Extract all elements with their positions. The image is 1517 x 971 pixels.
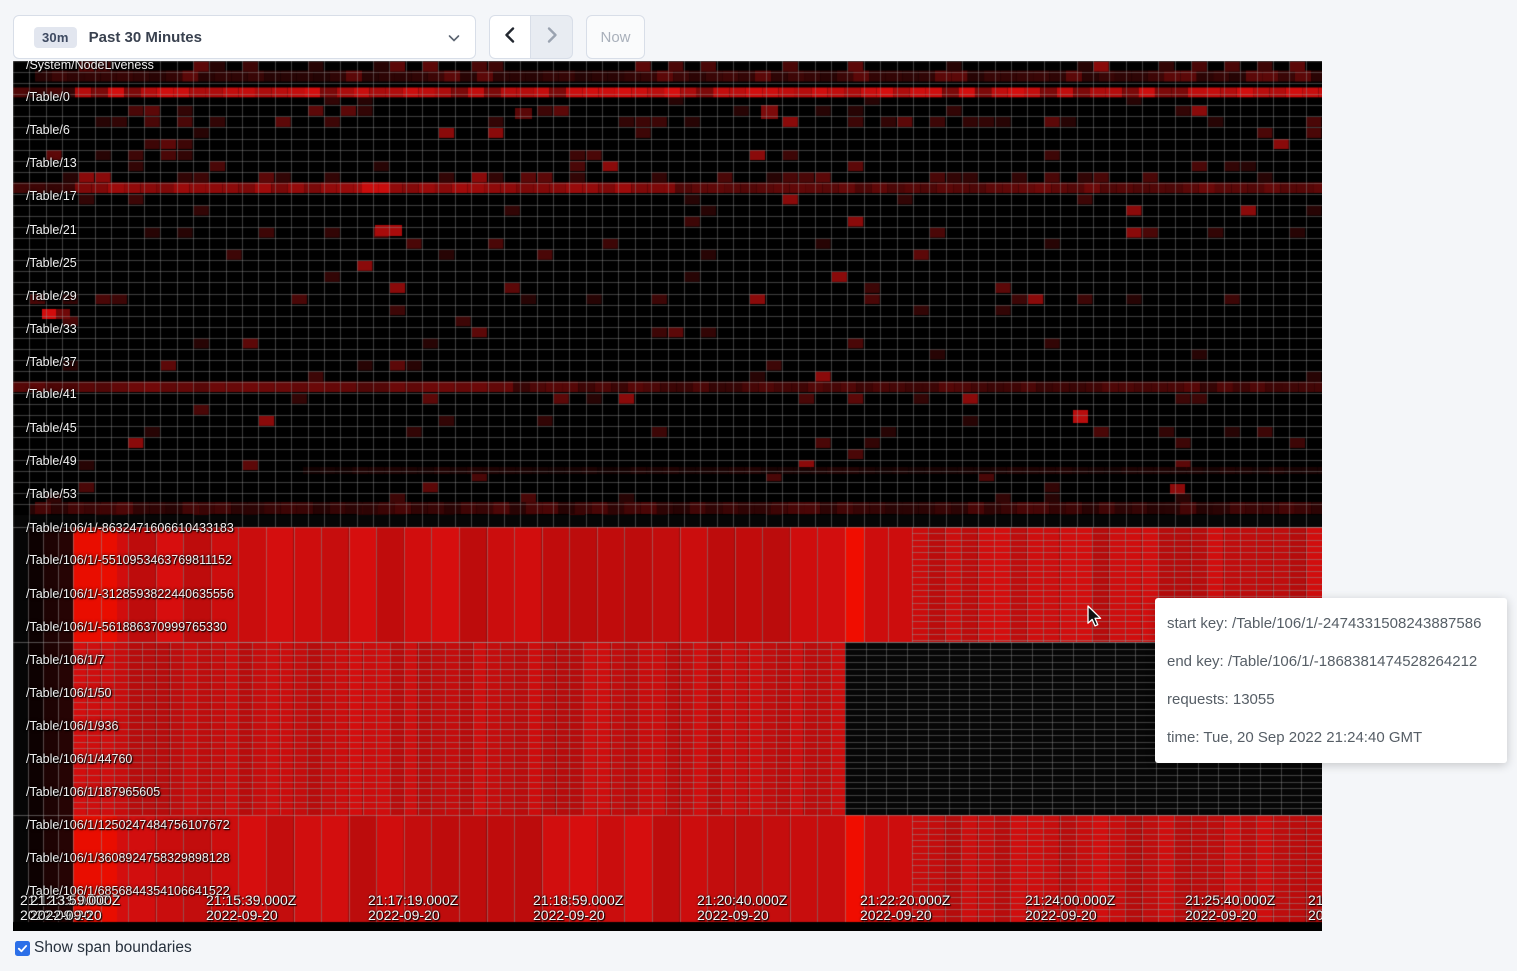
tooltip-requests: requests: 13055	[1167, 691, 1495, 708]
chevron-right-icon	[544, 26, 560, 49]
checkmark-icon	[17, 943, 28, 954]
chevron-down-icon	[447, 31, 461, 50]
back-button[interactable]	[489, 15, 531, 59]
keyviz-heatmap[interactable]: /System/NodeLiveness/Table/0/Table/6/Tab…	[13, 61, 1322, 931]
now-button[interactable]: Now	[586, 15, 645, 59]
page: { "toolbar": { "range_badge": "30m", "ra…	[0, 0, 1517, 971]
time-range-label: Past 30 Minutes	[89, 29, 202, 46]
tooltip-time: time: Tue, 20 Sep 2022 21:24:40 GMT	[1167, 729, 1495, 746]
time-nav-group	[489, 15, 573, 59]
cell-tooltip: start key: /Table/106/1/-247433150824388…	[1155, 598, 1507, 763]
chevron-left-icon	[502, 26, 518, 49]
time-range-badge: 30m	[34, 27, 77, 48]
show-span-boundaries-checkbox[interactable]	[15, 941, 30, 956]
forward-button[interactable]	[531, 15, 573, 59]
time-range-dropdown[interactable]: 30m Past 30 Minutes	[13, 15, 476, 59]
footer: Show span boundaries	[15, 939, 192, 957]
tooltip-start-key: start key: /Table/106/1/-247433150824388…	[1167, 615, 1495, 632]
tooltip-end-key: end key: /Table/106/1/-18683814745282642…	[1167, 653, 1495, 670]
heatmap-canvas[interactable]	[13, 61, 1322, 931]
show-span-boundaries-label: Show span boundaries	[34, 939, 192, 957]
